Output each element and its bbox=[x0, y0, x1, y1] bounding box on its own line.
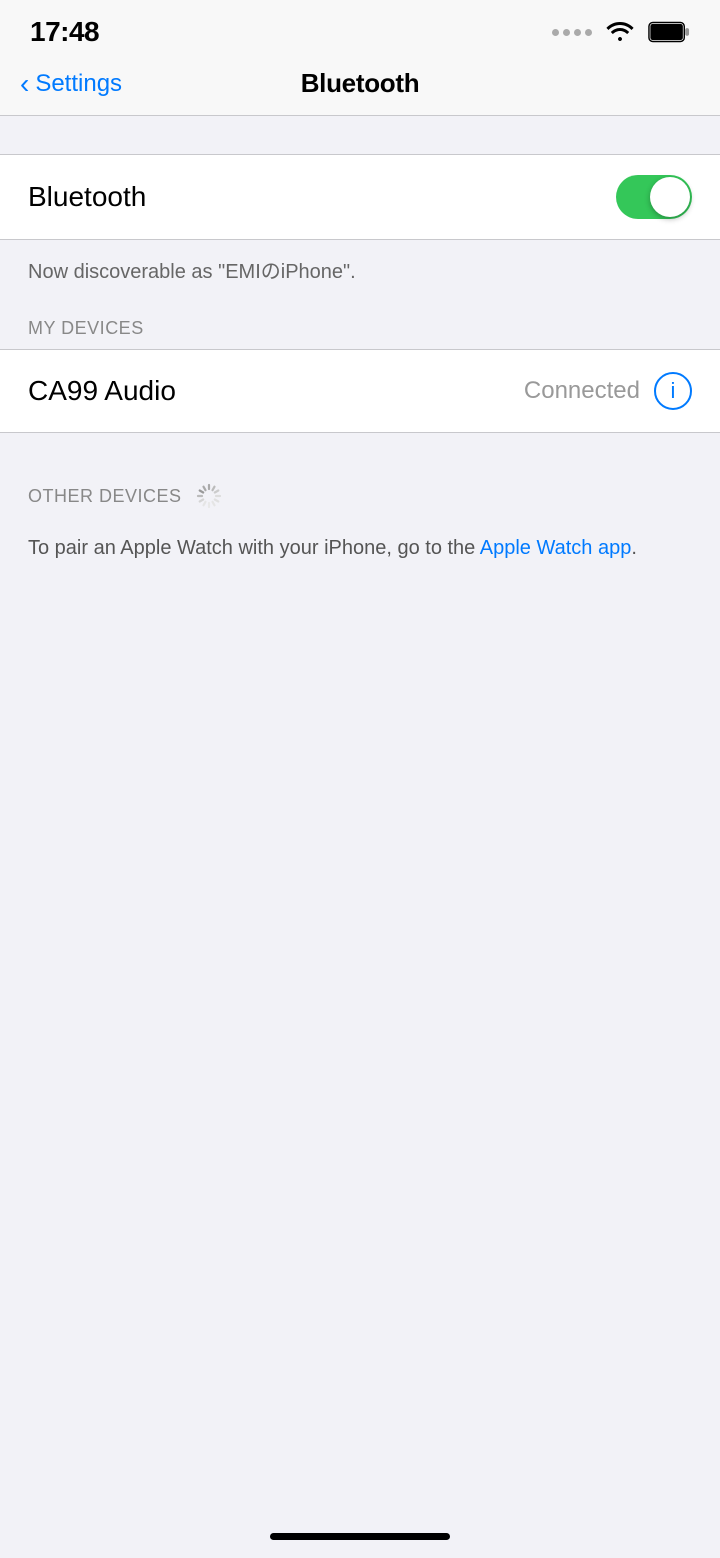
status-icons bbox=[552, 18, 690, 47]
bluetooth-label: Bluetooth bbox=[28, 181, 146, 213]
status-bar: 17:48 bbox=[0, 0, 720, 60]
my-devices-label: MY DEVICES bbox=[28, 318, 144, 338]
other-spacer bbox=[0, 433, 720, 471]
bluetooth-row: Bluetooth bbox=[0, 155, 720, 239]
home-indicator bbox=[270, 1533, 450, 1540]
battery-icon bbox=[648, 21, 690, 43]
discoverable-section: Now discoverable as "EMIのiPhone". bbox=[0, 240, 720, 306]
wifi-icon bbox=[604, 18, 636, 47]
table-row: CA99 Audio Connected i bbox=[0, 350, 720, 432]
other-devices-label: OTHER DEVICES bbox=[28, 486, 182, 507]
my-devices-header: MY DEVICES bbox=[0, 306, 720, 349]
apple-watch-note: To pair an Apple Watch with your iPhone,… bbox=[0, 519, 720, 591]
apple-watch-link[interactable]: Apple Watch app bbox=[480, 537, 632, 559]
page-title: Bluetooth bbox=[301, 68, 420, 99]
nav-bar: ‹ Settings Bluetooth bbox=[0, 60, 720, 116]
loading-spinner bbox=[196, 483, 222, 509]
discoverable-text: Now discoverable as "EMIのiPhone". bbox=[28, 258, 692, 306]
apple-watch-note-text: To pair an Apple Watch with your iPhone,… bbox=[28, 537, 480, 559]
back-label: Settings bbox=[35, 70, 122, 98]
top-spacer bbox=[0, 116, 720, 154]
apple-watch-note-end: . bbox=[631, 537, 637, 559]
device-info-button[interactable]: i bbox=[654, 372, 692, 410]
bluetooth-card: Bluetooth bbox=[0, 154, 720, 240]
device-section: CA99 Audio Connected i bbox=[0, 349, 720, 433]
toggle-thumb bbox=[650, 177, 690, 217]
back-chevron-icon: ‹ bbox=[20, 70, 29, 98]
status-time: 17:48 bbox=[30, 16, 99, 48]
device-status-area: Connected i bbox=[524, 372, 692, 410]
device-status: Connected bbox=[524, 377, 640, 405]
apple-watch-text: To pair an Apple Watch with your iPhone,… bbox=[28, 533, 692, 563]
bluetooth-toggle[interactable] bbox=[616, 175, 692, 219]
back-button[interactable]: ‹ Settings bbox=[20, 70, 122, 98]
signal-icon bbox=[552, 29, 592, 36]
device-name: CA99 Audio bbox=[28, 375, 176, 407]
other-devices-header: OTHER DEVICES bbox=[0, 471, 720, 519]
